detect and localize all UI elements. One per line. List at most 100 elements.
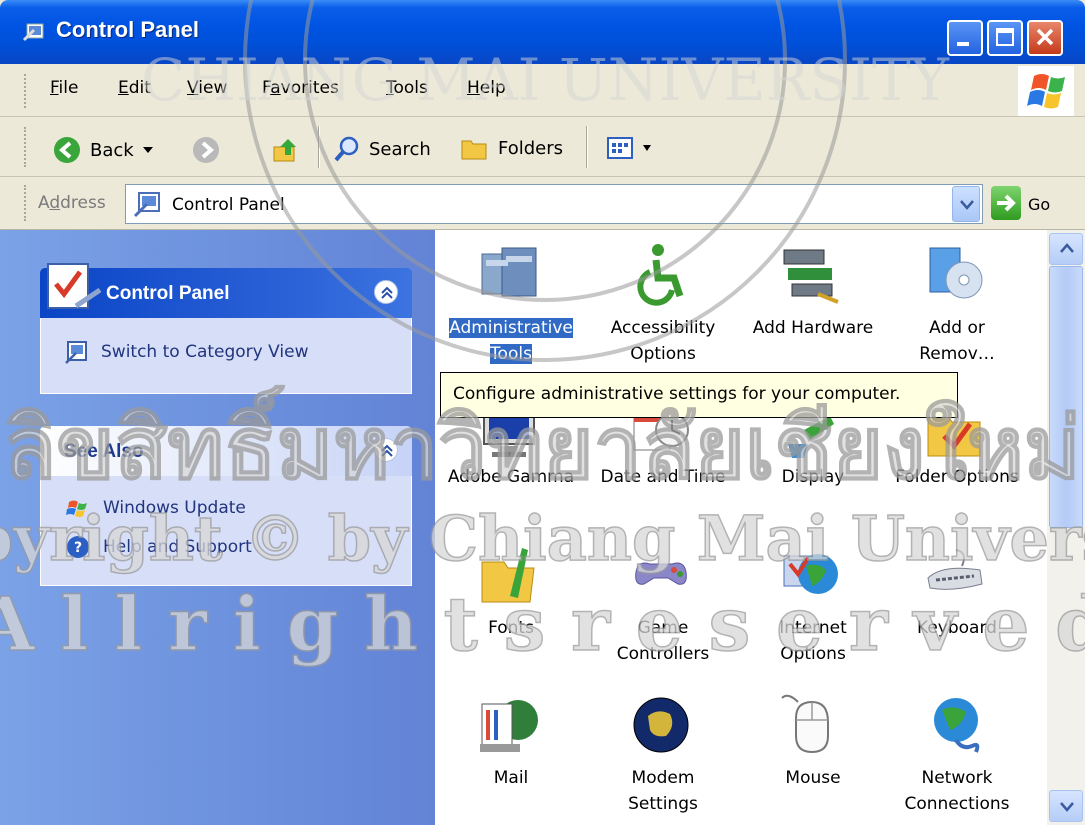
menu-file[interactable]: File <box>50 78 78 98</box>
up-folder-button[interactable] <box>270 135 300 165</box>
address-grip[interactable] <box>24 185 27 221</box>
fonts-icon <box>481 548 535 603</box>
accessibility-label[interactable]: Accessibility Options <box>588 315 738 367</box>
back-label: Back <box>90 139 134 161</box>
menu-help[interactable]: Help <box>467 78 506 98</box>
fonts-label[interactable]: Fonts <box>436 615 586 641</box>
windows-update-icon <box>66 500 87 517</box>
control-panel-window: Control Panel File Edit View Favorites T… <box>0 0 1085 825</box>
chevron-up-double-icon <box>381 286 393 299</box>
close-button[interactable] <box>1027 20 1063 56</box>
maximize-icon <box>996 28 1014 46</box>
game-controllers-icon <box>635 562 687 585</box>
modem-label[interactable]: Modem Settings <box>588 765 738 817</box>
views-button[interactable] <box>606 135 652 161</box>
menu-tools[interactable]: Tools <box>386 78 428 98</box>
control-panel-icon <box>22 23 44 42</box>
svg-text:?: ? <box>74 540 82 556</box>
network-icon <box>934 698 980 753</box>
minimize-button[interactable] <box>947 20 983 56</box>
forward-arrow-icon <box>193 137 219 163</box>
control-panel-panel-header[interactable]: Control Panel <box>40 263 412 318</box>
network-label[interactable]: Network Connections <box>882 765 1032 817</box>
chevron-down-icon <box>643 145 651 151</box>
windows-logo-icon <box>1018 66 1074 116</box>
up-folder-icon <box>273 139 296 162</box>
scroll-up-button[interactable] <box>1049 233 1083 265</box>
go-label[interactable]: Go <box>1028 195 1050 214</box>
see-also-header[interactable]: See Also <box>40 426 412 476</box>
display-label[interactable]: Display <box>738 464 888 490</box>
search-label: Search <box>369 138 431 160</box>
menu-edit[interactable]: Edit <box>118 78 151 98</box>
date-time-label[interactable]: Date and Time <box>588 464 738 490</box>
control-panel-panel: Control Panel Switch to Category View <box>40 263 412 394</box>
keyboard-label[interactable]: Keyboard <box>882 615 1032 641</box>
chevron-up-icon <box>1060 243 1074 253</box>
mouse-icon <box>781 694 829 754</box>
accessibility-icon <box>637 244 684 306</box>
close-icon <box>1036 28 1054 46</box>
folder-options-label[interactable]: Folder Options <box>882 464 1032 490</box>
add-hardware-label[interactable]: Add Hardware <box>738 315 888 341</box>
help-icon: ? <box>67 536 89 558</box>
windows-update-link[interactable]: Windows Update <box>41 496 411 520</box>
window-title: Control Panel <box>56 17 200 42</box>
minimize-icon <box>957 42 969 46</box>
title-bar[interactable]: Control Panel <box>0 0 1085 64</box>
chevron-down-icon[interactable] <box>142 145 154 155</box>
game-controllers-label[interactable]: Game Controllers <box>588 615 738 667</box>
back-button[interactable]: Back <box>52 135 154 165</box>
scroll-thumb[interactable] <box>1049 266 1083 528</box>
menu-view[interactable]: View <box>187 78 227 98</box>
see-also-title: See Also <box>64 441 144 462</box>
control-panel-icon <box>133 192 160 218</box>
menu-bar <box>0 64 1085 117</box>
search-button[interactable]: Search <box>333 135 431 163</box>
admin-tools-icon <box>481 247 537 297</box>
help-and-support-link[interactable]: ? Help and Support <box>41 534 411 560</box>
toolbar-separator <box>586 126 588 168</box>
modem-icon <box>633 697 689 753</box>
chevron-up-double-icon <box>381 444 393 457</box>
admin-tools-label[interactable]: Administrative Tools <box>436 315 586 367</box>
switch-to-category-view-link[interactable]: Switch to Category View <box>41 340 411 364</box>
folders-label: Folders <box>498 137 564 159</box>
internet-options-icon <box>783 554 838 594</box>
see-also-panel: See Also Windows Update ? Help and Suppo… <box>40 426 412 586</box>
keyboard-icon <box>927 549 983 590</box>
windows-update-label: Windows Update <box>103 498 246 518</box>
control-panel-panel-body: Switch to Category View <box>40 318 412 394</box>
add-remove-programs-label[interactable]: Add or Remov… <box>882 315 1032 367</box>
adobe-gamma-label[interactable]: Adobe Gamma <box>436 464 586 490</box>
menu-favorites[interactable]: Favorites <box>262 78 339 98</box>
views-icon <box>607 137 633 159</box>
help-and-support-label: Help and Support <box>103 537 252 557</box>
maximize-button[interactable] <box>987 20 1023 56</box>
toolbar-grip[interactable] <box>24 127 27 167</box>
forward-button[interactable] <box>191 135 221 165</box>
address-label: Address <box>38 193 106 213</box>
see-also-body: Windows Update ? Help and Support <box>40 476 412 586</box>
chevron-down-icon <box>1060 802 1074 812</box>
toolbar-separator <box>318 126 320 168</box>
control-panel-large-icon <box>47 263 102 309</box>
scroll-down-button[interactable] <box>1049 790 1083 822</box>
add-remove-programs-icon <box>929 247 983 299</box>
go-arrow-icon <box>997 194 1016 212</box>
address-value: Control Panel <box>172 195 285 215</box>
mouse-label[interactable]: Mouse <box>738 765 888 791</box>
folders-icon <box>461 140 487 160</box>
mail-label[interactable]: Mail <box>436 765 586 791</box>
folders-button[interactable]: Folders <box>460 135 563 161</box>
go-button[interactable] <box>991 186 1021 220</box>
chevron-down-icon <box>960 200 974 210</box>
address-dropdown-button[interactable] <box>952 186 980 222</box>
internet-options-label[interactable]: Internet Options <box>738 615 888 667</box>
menu-grip[interactable] <box>24 74 27 108</box>
category-view-icon <box>65 341 87 364</box>
switch-to-category-view-label: Switch to Category View <box>101 342 309 362</box>
collapse-button[interactable] <box>374 438 398 462</box>
panel-title: Control Panel <box>106 283 230 304</box>
collapse-button[interactable] <box>374 280 398 304</box>
